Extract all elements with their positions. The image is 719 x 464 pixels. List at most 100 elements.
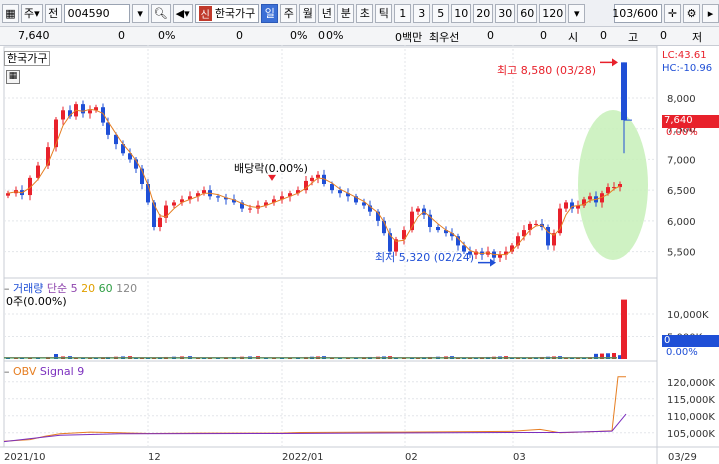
period-year[interactable]: 년 [318,3,336,23]
x-axis-tick: 03 [513,452,526,463]
candle-body [6,193,10,196]
volume-legend-ma60: 60 [98,282,113,295]
minute-30[interactable]: 30 [495,3,516,23]
info-low-label: 저 [692,31,703,44]
price-y-tick: 8,000 [667,94,696,105]
period-second[interactable]: 초 [356,3,374,23]
period-month[interactable]: 월 [299,3,317,23]
volume-legend-ma5: 5 [70,282,78,295]
minute-dropdown-icon[interactable]: ▾ [568,3,586,23]
period-minute[interactable]: 분 [337,3,355,23]
info-high-label: 고 [628,31,639,44]
info-volume: 0 [236,29,243,42]
price-panel-frame [3,46,658,279]
info-best-bid-label: 최우선 [429,31,460,44]
candle-body [606,187,610,194]
candle-body [61,110,65,120]
low-annotation: 최저 5,320 (02/24) [375,251,475,264]
high-annotation: 최고 8,580 (03/28) [497,64,597,77]
stock-chart[interactable]: 8,0007,5007,0006,5006,0005,5002021/10 12 2… [0,45,719,464]
moving-average-line [7,108,621,256]
type-select[interactable]: 주 ▾ [21,3,43,23]
grid-icon[interactable]: ▦ [2,3,19,23]
data-count-field[interactable]: 103/600 [612,3,662,23]
x-axis-tick: 02 [405,452,418,463]
candle-body [88,110,92,114]
minute-1[interactable]: 1 [394,3,412,23]
crosshair-icon[interactable]: ✛ [664,3,681,23]
volume-y-tick: 10,000K [667,310,709,321]
volume-spike-bar [621,299,627,359]
candle-body [146,184,150,203]
info-open-label: 시 [568,31,579,44]
stock-code-input[interactable]: 004590 [63,3,130,23]
last-candle-body [621,62,627,121]
obv-legend: – OBV Signal 9 [4,365,84,378]
obv-y-tick: 115,000K [667,395,715,406]
candle-body [416,208,420,212]
candle-body [588,196,592,200]
obv-legend-label: OBV [13,365,37,378]
price-panel-title-box: 한국가구 [4,50,51,66]
table-icon[interactable]: ▦ [6,70,20,84]
price-y-tick: 6,000 [667,217,696,228]
obv-y-tick: 110,000K [667,412,715,423]
sound-icon[interactable]: ◀▾ [172,3,193,23]
highlight-ellipse [578,110,648,260]
info-high-value: 0 [660,29,667,42]
info-open-value: 0 [600,29,607,42]
minute-10[interactable]: 10 [451,3,472,23]
stock-name-field[interactable]: 신 한국가구 [194,3,260,23]
candle-body [248,208,252,210]
search-icon[interactable]: 🔍︎ [150,3,171,23]
stock-name: 한국가구 [214,7,256,20]
current-pct-label: 0.00% [666,127,698,138]
minute-5[interactable]: 5 [432,3,450,23]
sin-badge: 신 [198,5,212,21]
candle-body [330,184,334,191]
price-y-tick: 7,000 [667,155,696,166]
minute-60[interactable]: 60 [517,3,538,23]
dividend-annotation: 배당락(0.00%) [234,162,308,175]
obv-y-tick: 120,000K [667,378,715,389]
info-price: 7,640 [18,29,50,42]
more-icon[interactable]: ▸ [702,3,719,23]
obv-y-tick: 105,000K [667,429,715,440]
volume-legend-ma120: 120 [116,282,138,295]
settings-icon[interactable]: ⚙ [683,3,700,23]
info-change: 0 [118,29,125,42]
volume-value-text: 0주(0.00%) [6,295,67,308]
obv-signal-line [3,413,627,443]
candle-body [172,202,176,206]
minute-120[interactable]: 120 [539,3,567,23]
info-change-pct: 0% [158,29,176,42]
candle-body [564,202,568,209]
dropdown-arrow-icon[interactable]: ▾ [131,3,149,23]
info-volume-pct: 0% [290,29,308,42]
low-arrow-head [490,258,496,267]
candle-body [310,177,314,181]
candle-body [81,104,85,114]
chart-toolbar: ▦ 주 ▾ 전 004590 ▾ 🔍︎ ◀▾ 신 한국가구 일 주 월 년 분 초… [0,0,719,27]
period-tick[interactable]: 틱 [375,3,393,23]
volume-current-tag: 0 [662,335,719,347]
candle-body [338,190,342,194]
price-y-tick: 5,500 [667,248,696,259]
candle-body [498,254,502,258]
jeon-button[interactable]: 전 [44,3,62,23]
info-v1: 0 [540,29,547,42]
price-panel-title: 한국가구 [4,51,51,66]
period-day[interactable]: 일 [261,3,279,23]
minute-3[interactable]: 3 [413,3,431,23]
period-week[interactable]: 주 [280,3,298,23]
high-arrow-head [612,58,618,67]
type-label: 주 [24,7,35,20]
obv-line [3,376,626,442]
candle-body [534,223,538,225]
info-best-bid: 0 [487,29,494,42]
candle-body [216,196,220,198]
info-amount: 0백만 [395,31,423,44]
candle-body [36,165,40,178]
minute-20[interactable]: 20 [473,3,494,23]
x-axis-tick: 2021/10 [4,452,46,463]
